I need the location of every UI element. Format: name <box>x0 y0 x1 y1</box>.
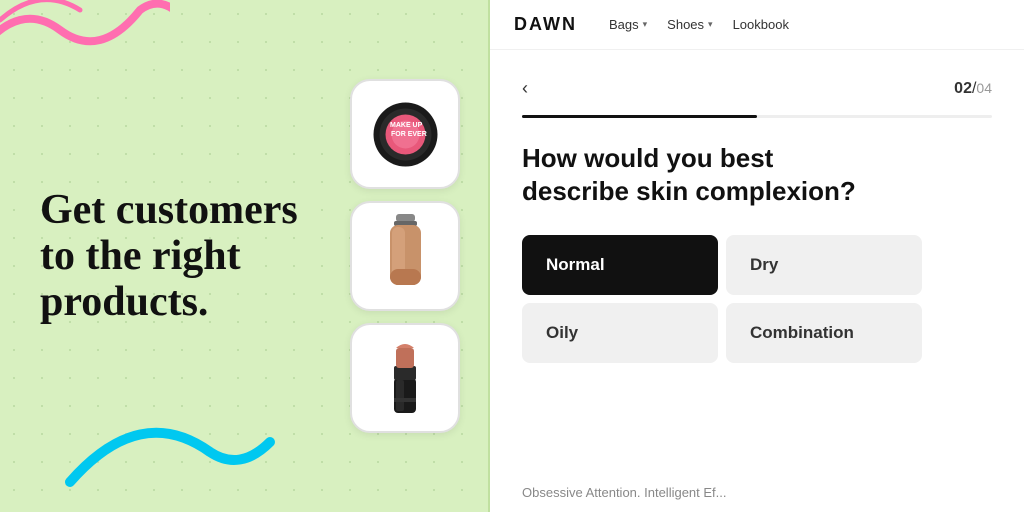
nav-bags-label: Bags <box>609 17 639 32</box>
total-steps: 04 <box>976 80 992 96</box>
answer-grid: Normal Dry Oily Combination <box>522 235 922 363</box>
lipstick-icon <box>380 338 430 418</box>
foundation-icon <box>378 214 433 299</box>
back-button[interactable]: ‹ <box>522 78 528 99</box>
left-panel: Get customers to the right products. MAK… <box>0 0 490 512</box>
nav-logo: DAWN <box>514 14 577 35</box>
current-step: 02 <box>954 80 972 97</box>
nav-shoes[interactable]: Shoes ▾ <box>667 17 712 32</box>
product-card-foundation <box>350 201 460 311</box>
quiz-nav: ‹ 02/04 <box>522 78 992 99</box>
bags-caret-icon: ▾ <box>643 19 648 30</box>
product-card-compact: MAKE UP FOR EVER <box>350 79 460 189</box>
svg-text:MAKE UP: MAKE UP <box>390 122 423 129</box>
right-panel: DAWN Bags ▾ Shoes ▾ Lookbook ‹ 02/04 <box>490 0 1024 512</box>
shoes-caret-icon: ▾ <box>708 19 713 30</box>
svg-text:FOR EVER: FOR EVER <box>391 131 427 138</box>
answer-oily[interactable]: Oily <box>522 303 718 363</box>
headline: Get customers to the right products. <box>40 187 320 326</box>
product-card-lipstick <box>350 323 460 433</box>
nav-links: Bags ▾ Shoes ▾ Lookbook <box>609 17 789 32</box>
answer-dry[interactable]: Dry <box>726 235 922 295</box>
bottom-decoration <box>60 392 280 492</box>
nav-lookbook-label: Lookbook <box>733 17 789 32</box>
panel-divider <box>488 0 490 512</box>
answer-combination[interactable]: Combination <box>726 303 922 363</box>
progress-bar-container <box>522 115 992 118</box>
top-decoration <box>0 0 170 70</box>
bottom-text: Obsessive Attention. Intelligent Ef... <box>490 473 1024 512</box>
left-text-block: Get customers to the right products. <box>0 187 320 326</box>
products-column: MAKE UP FOR EVER <box>350 79 460 433</box>
nav-shoes-label: Shoes <box>667 17 704 32</box>
compact-icon: MAKE UP FOR EVER <box>368 97 443 172</box>
step-indicator: 02/04 <box>954 80 992 98</box>
nav-lookbook[interactable]: Lookbook <box>733 17 789 32</box>
answer-normal[interactable]: Normal <box>522 235 718 295</box>
quiz-question: How would you best describe skin complex… <box>522 142 882 207</box>
nav-bags[interactable]: Bags ▾ <box>609 17 647 32</box>
navbar: DAWN Bags ▾ Shoes ▾ Lookbook <box>490 0 1024 50</box>
progress-bar-fill <box>522 115 757 118</box>
quiz-content: ‹ 02/04 How would you best describe skin… <box>490 50 1024 473</box>
